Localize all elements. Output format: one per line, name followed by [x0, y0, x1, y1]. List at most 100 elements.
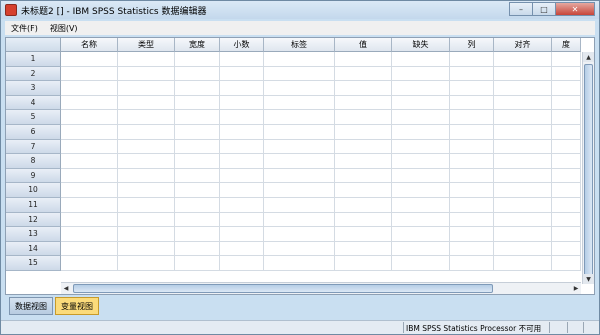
grid-cell[interactable]: [175, 81, 220, 96]
grid-cell[interactable]: [264, 81, 335, 96]
grid-cell[interactable]: [61, 124, 118, 140]
grid-cell[interactable]: [118, 124, 175, 140]
grid-cell[interactable]: [494, 197, 552, 213]
grid-cell[interactable]: [118, 110, 175, 125]
grid-cell[interactable]: [494, 124, 552, 140]
minimize-button[interactable]: –: [509, 2, 533, 16]
grid-cell[interactable]: [175, 197, 220, 213]
grid-cell[interactable]: [335, 183, 392, 198]
column-header-missing[interactable]: 缺失: [392, 38, 450, 52]
grid-cell[interactable]: [264, 52, 335, 67]
grid-cell[interactable]: [61, 168, 118, 184]
horizontal-scroll-thumb[interactable]: [73, 284, 493, 293]
vertical-scrollbar[interactable]: ▲ ▼: [582, 52, 594, 284]
grid-cell[interactable]: [552, 154, 581, 169]
grid-cell[interactable]: [552, 52, 581, 67]
grid-cell[interactable]: [61, 241, 118, 257]
column-header-values[interactable]: 值: [335, 38, 392, 52]
grid-cell[interactable]: [552, 183, 581, 198]
grid-cell[interactable]: [175, 139, 220, 155]
grid-cell[interactable]: [335, 227, 392, 242]
grid-cell[interactable]: [392, 227, 450, 242]
grid-cell[interactable]: [220, 227, 264, 242]
grid-cell[interactable]: [335, 95, 392, 111]
grid-cell[interactable]: [552, 168, 581, 184]
row-header[interactable]: 2: [6, 66, 61, 82]
tab-variable-view[interactable]: 变量视图: [55, 297, 99, 315]
grid-cell[interactable]: [392, 124, 450, 140]
grid-cell[interactable]: [494, 81, 552, 96]
grid-cell[interactable]: [552, 81, 581, 96]
grid-cell[interactable]: [264, 95, 335, 111]
grid-cell[interactable]: [450, 52, 494, 67]
row-header[interactable]: 14: [6, 241, 61, 257]
grid-cell[interactable]: [175, 52, 220, 67]
grid-cell[interactable]: [392, 183, 450, 198]
column-header-decimals[interactable]: 小数: [220, 38, 264, 52]
grid-cell[interactable]: [450, 95, 494, 111]
grid-cell[interactable]: [450, 256, 494, 271]
grid-cell[interactable]: [552, 227, 581, 242]
grid-cell[interactable]: [220, 256, 264, 271]
grid-cell[interactable]: [450, 168, 494, 184]
grid-cell[interactable]: [61, 212, 118, 228]
grid-cell[interactable]: [552, 212, 581, 228]
close-button[interactable]: ✕: [555, 2, 595, 16]
grid-cell[interactable]: [264, 183, 335, 198]
grid-cell[interactable]: [450, 81, 494, 96]
grid-cell[interactable]: [220, 241, 264, 257]
grid-cell[interactable]: [335, 124, 392, 140]
grid-cell[interactable]: [552, 241, 581, 257]
grid-cell[interactable]: [118, 139, 175, 155]
grid-cell[interactable]: [118, 241, 175, 257]
grid-cell[interactable]: [118, 81, 175, 96]
grid-cell[interactable]: [264, 154, 335, 169]
grid-cell[interactable]: [335, 110, 392, 125]
row-header[interactable]: 15: [6, 256, 61, 271]
row-header[interactable]: 7: [6, 139, 61, 155]
grid-cell[interactable]: [175, 124, 220, 140]
grid-cell[interactable]: [450, 197, 494, 213]
grid-cell[interactable]: [494, 110, 552, 125]
grid-cell[interactable]: [552, 197, 581, 213]
grid-cell[interactable]: [220, 52, 264, 67]
vertical-scroll-thumb[interactable]: [584, 64, 593, 284]
grid-cell[interactable]: [552, 256, 581, 271]
row-header[interactable]: 6: [6, 124, 61, 140]
grid-cell[interactable]: [61, 197, 118, 213]
grid-cell[interactable]: [335, 52, 392, 67]
row-header[interactable]: 4: [6, 95, 61, 111]
grid-cell[interactable]: [392, 110, 450, 125]
grid-cell[interactable]: [175, 183, 220, 198]
grid-cell[interactable]: [264, 241, 335, 257]
grid-cell[interactable]: [392, 95, 450, 111]
grid-cell[interactable]: [61, 139, 118, 155]
column-header-columns[interactable]: 列: [450, 38, 494, 52]
grid-cell[interactable]: [118, 95, 175, 111]
grid-cell[interactable]: [450, 154, 494, 169]
grid-cell[interactable]: [61, 52, 118, 67]
grid-cell[interactable]: [494, 241, 552, 257]
grid-cell[interactable]: [220, 197, 264, 213]
grid-cell[interactable]: [175, 241, 220, 257]
row-header[interactable]: 11: [6, 197, 61, 213]
row-header[interactable]: 13: [6, 227, 61, 242]
grid-cell[interactable]: [552, 95, 581, 111]
grid-cell[interactable]: [494, 212, 552, 228]
grid-cell[interactable]: [335, 197, 392, 213]
grid-cell[interactable]: [175, 110, 220, 125]
grid-cell[interactable]: [175, 168, 220, 184]
grid-cell[interactable]: [494, 168, 552, 184]
grid-cell[interactable]: [175, 154, 220, 169]
grid-cell[interactable]: [335, 241, 392, 257]
arrow-left-icon[interactable]: ◀: [61, 283, 71, 294]
grid-cell[interactable]: [264, 227, 335, 242]
row-header[interactable]: 5: [6, 110, 61, 125]
row-header[interactable]: 3: [6, 81, 61, 96]
grid-cell[interactable]: [118, 227, 175, 242]
grid-cell[interactable]: [175, 256, 220, 271]
tab-data-view[interactable]: 数据视图: [9, 297, 53, 315]
grid-cell[interactable]: [264, 197, 335, 213]
arrow-right-icon[interactable]: ▶: [571, 283, 581, 294]
grid-cell[interactable]: [175, 66, 220, 82]
